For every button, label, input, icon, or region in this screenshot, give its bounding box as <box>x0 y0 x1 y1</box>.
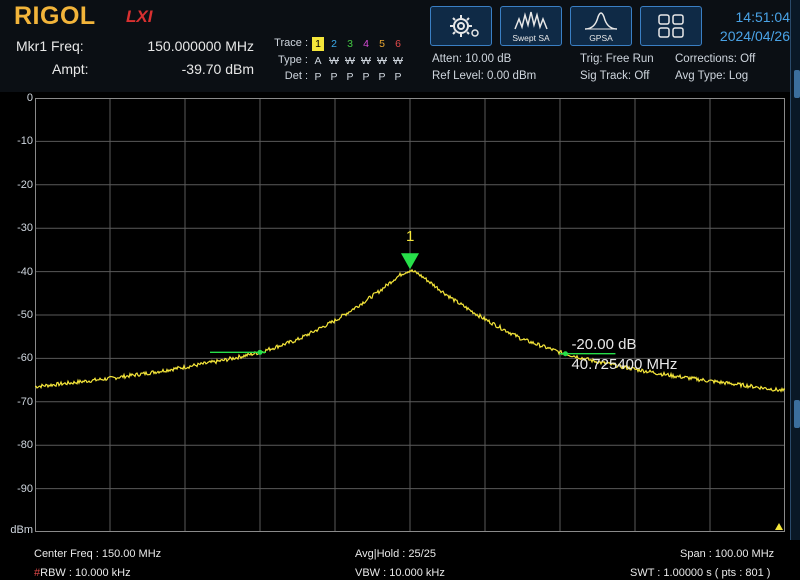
trace-det-3: P <box>346 71 354 83</box>
bell-curve-icon <box>584 12 618 30</box>
marker-number-label: 1 <box>406 228 415 246</box>
sig-track-readout: Sig Track: Off <box>580 70 650 82</box>
trig-readout: Trig: Free Run <box>580 53 654 65</box>
y-tick-label: dBm <box>10 524 33 536</box>
y-tick-label: 0 <box>26 92 33 104</box>
gear-icon <box>450 15 479 37</box>
grid-layout-icon <box>658 14 684 38</box>
spectrum-icon <box>514 11 548 30</box>
y-tick-label: -40 <box>17 265 33 278</box>
lxi-logo: LXI <box>126 7 153 26</box>
brand-logo: RIGOL <box>14 2 96 30</box>
marker-1-triangle[interactable] <box>401 253 419 270</box>
trace-3-selector[interactable]: 3 <box>344 37 356 51</box>
vbw-readout[interactable]: VBW : 10.000 kHz <box>355 567 445 579</box>
y-tick-label: -50 <box>17 309 33 321</box>
span-readout[interactable]: Span : 100.00 MHz <box>680 548 774 560</box>
side-panel-tab-lower[interactable] <box>794 400 800 428</box>
swt-readout[interactable]: SWT : 1.00000 s ( pts : 801 ) <box>630 567 770 579</box>
rbw-value: RBW : 10.000 kHz <box>40 567 131 579</box>
marker-freq-value: 150.000000 MHz <box>147 38 254 54</box>
trace-type-6: W <box>393 55 403 67</box>
marker-ampt-label: Ampt: <box>52 61 89 77</box>
avg-hold-readout: Avg|Hold : 25/25 <box>355 548 436 560</box>
y-tick-label: -60 <box>17 352 33 365</box>
marker-freq-label: Mkr1 Freq: <box>16 38 84 54</box>
y-tick-label: -70 <box>17 395 33 408</box>
trace-det-4: P <box>362 71 370 83</box>
delta-freq-readout: 40.725400 MHz <box>571 355 678 373</box>
det-label: Det : <box>284 70 308 82</box>
trace-type-3: W <box>345 55 355 67</box>
trace-type-2: W <box>329 55 339 67</box>
y-tick-label: -30 <box>17 222 33 235</box>
trace-1-selector[interactable]: 1 <box>312 37 324 51</box>
spectrum-plot[interactable] <box>34 97 786 533</box>
y-tick-label: -80 <box>17 439 33 452</box>
side-panel-tab[interactable] <box>794 70 800 98</box>
clock-time: 14:51:04 <box>735 9 791 25</box>
trace-type-1: A <box>314 55 322 67</box>
trace-label: Trace : <box>274 37 308 49</box>
y-tick-label: -10 <box>17 135 33 148</box>
corrections-readout: Corrections: Off <box>675 53 756 65</box>
type-label: Type : <box>278 54 308 66</box>
trace-det-1: P <box>314 71 322 83</box>
delta-marker-point <box>257 349 263 355</box>
trace-5-selector[interactable]: 5 <box>376 37 388 51</box>
gpsa-button[interactable]: GPSA <box>570 6 632 46</box>
trace-type-5: W <box>377 55 387 67</box>
trace-2-selector[interactable]: 2 <box>328 37 340 51</box>
delta-db-readout: -20.00 dB <box>571 335 637 353</box>
atten-readout: Atten: 10.00 dB <box>432 53 512 65</box>
marker-ampt-value: -39.70 dBm <box>181 61 254 77</box>
rbw-readout[interactable]: #RBW : 10.000 kHz <box>34 567 131 579</box>
ref-triangle-icon <box>775 523 783 530</box>
y-tick-label: -90 <box>17 482 33 495</box>
clock-date: 2024/04/26 <box>719 28 790 44</box>
delta-marker-point <box>562 351 568 357</box>
trace-det-2: P <box>330 71 338 83</box>
swept-sa-label: Swept SA <box>512 33 550 43</box>
trace-6-selector[interactable]: 6 <box>392 37 404 51</box>
trace-det-5: P <box>378 71 386 83</box>
center-freq-readout[interactable]: Center Freq : 150.00 MHz <box>34 548 161 560</box>
status-footer: Center Freq : 150.00 MHz Avg|Hold : 25/2… <box>0 540 800 580</box>
spectrum-svg <box>34 97 786 533</box>
y-tick-label: -20 <box>17 178 33 191</box>
status-header: RIGOL LXI Mkr1 Freq: 150.000000 MHz Ampt… <box>0 0 800 92</box>
swept-sa-button[interactable]: Swept SA <box>500 6 562 46</box>
trace-det-6: P <box>394 71 402 83</box>
avg-type-readout: Avg Type: Log <box>675 70 749 82</box>
trace-4-selector[interactable]: 4 <box>360 37 372 51</box>
ref-level-readout: Ref Level: 0.00 dBm <box>432 70 537 82</box>
gpsa-label: GPSA <box>589 33 613 43</box>
settings-button[interactable] <box>430 6 492 46</box>
layout-button[interactable] <box>640 6 702 46</box>
trace-type-4: W <box>361 55 371 67</box>
